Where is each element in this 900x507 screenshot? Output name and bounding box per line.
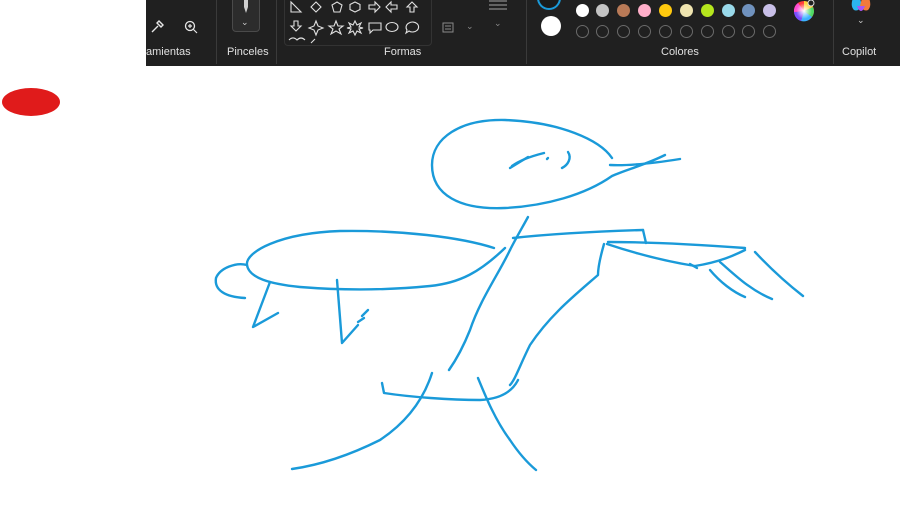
custom-color-slot[interactable]	[722, 25, 735, 38]
figure-drawing	[214, 118, 805, 472]
primary-color-swatch[interactable]	[539, 0, 559, 8]
divider	[526, 0, 527, 64]
divider	[276, 0, 277, 64]
custom-color-slot[interactable]	[638, 25, 651, 38]
chevron-down-icon[interactable]: ⌄	[857, 15, 865, 26]
divider	[833, 0, 834, 64]
custom-color-slot[interactable]	[701, 25, 714, 38]
eyedropper-icon[interactable]	[150, 20, 164, 39]
color-swatch[interactable]	[596, 4, 609, 17]
shapes-group-label: Formas	[384, 46, 422, 58]
color-swatch[interactable]	[701, 4, 714, 17]
color-swatch[interactable]	[722, 4, 735, 17]
color-swatch[interactable]	[763, 4, 776, 17]
divider	[216, 0, 217, 64]
drawing-strokes	[2, 88, 805, 472]
color-wheel-icon[interactable]	[793, 0, 815, 27]
custom-color-slot[interactable]	[596, 25, 609, 38]
custom-color-slot[interactable]	[617, 25, 630, 38]
colors-group-label: Colores	[661, 46, 699, 58]
color-swatch[interactable]	[617, 4, 630, 17]
copilot-group-label: Copilot	[842, 46, 877, 58]
shapes-icons	[288, 0, 420, 44]
shapes-gallery[interactable]	[284, 0, 432, 46]
secondary-color-swatch[interactable]	[541, 16, 561, 36]
color-swatch[interactable]	[742, 4, 755, 17]
custom-color-slot[interactable]	[680, 25, 693, 38]
chevron-down-icon[interactable]: ⌄	[494, 18, 502, 29]
red-blob	[2, 88, 60, 116]
outline-icon[interactable]	[488, 0, 508, 17]
toolbar-ribbon: amientas ⌄ Pinceles ⌄ ⌄ Formas Colores ⌄…	[146, 0, 900, 66]
color-swatch[interactable]	[659, 4, 672, 17]
chevron-down-icon[interactable]: ⌄	[466, 21, 474, 32]
color-swatch[interactable]	[638, 4, 651, 17]
custom-color-slot[interactable]	[576, 25, 589, 38]
color-swatch[interactable]	[680, 4, 693, 17]
color-swatch[interactable]	[576, 4, 589, 17]
drawing-canvas[interactable]	[0, 66, 900, 502]
custom-color-slot[interactable]	[742, 25, 755, 38]
custom-color-slot[interactable]	[659, 25, 672, 38]
zoom-icon[interactable]	[184, 20, 198, 39]
custom-color-slot[interactable]	[763, 25, 776, 38]
fill-icon[interactable]	[442, 20, 456, 39]
chevron-down-icon[interactable]: ⌄	[241, 17, 249, 28]
tools-group-label: amientas	[146, 46, 191, 58]
brushes-group-label: Pinceles	[227, 46, 269, 58]
